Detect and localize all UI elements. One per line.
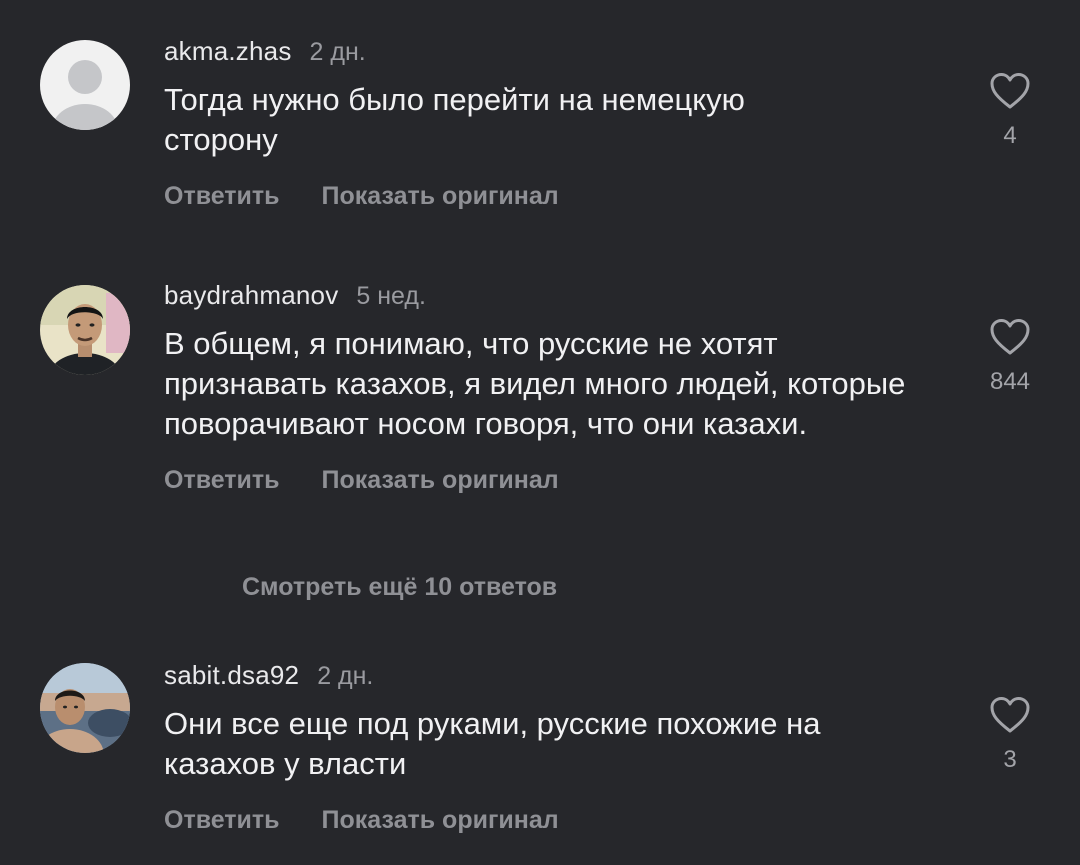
avatar[interactable] xyxy=(40,40,130,130)
comments-panel: akma.zhas 2 дн. Тогда нужно было перейти… xyxy=(0,0,1080,865)
heart-outline-icon[interactable] xyxy=(989,696,1031,734)
timestamp: 2 дн. xyxy=(309,38,366,66)
show-original-button[interactable]: Показать оригинал xyxy=(322,466,559,495)
like-count: 844 xyxy=(989,368,1031,395)
username[interactable]: akma.zhas xyxy=(164,36,292,67)
user-photo-avatar-icon xyxy=(40,663,130,753)
default-user-avatar-icon xyxy=(40,40,130,130)
comment-meta: sabit.dsa92 2 дн. xyxy=(164,660,944,696)
user-photo-avatar-icon xyxy=(40,285,130,375)
comment-actions: Ответить Показать оригинал xyxy=(164,466,944,495)
comment-body: sabit.dsa92 2 дн. Они все еще под руками… xyxy=(164,660,944,835)
show-original-button[interactable]: Показать оригинал xyxy=(322,182,559,211)
reply-button[interactable]: Ответить xyxy=(164,182,280,211)
heart-outline-icon[interactable] xyxy=(989,72,1031,110)
avatar[interactable] xyxy=(40,663,130,753)
timestamp: 2 дн. xyxy=(317,662,374,690)
comment-text: В общем, я понимаю, что русские не хотят… xyxy=(164,326,906,441)
username[interactable]: sabit.dsa92 xyxy=(164,660,299,691)
comment-body: akma.zhas 2 дн. Тогда нужно было перейти… xyxy=(164,36,944,211)
heart-outline-icon[interactable] xyxy=(989,318,1031,356)
reply-button[interactable]: Ответить xyxy=(164,806,280,835)
comment-meta: baydrahmanov 5 нед. xyxy=(164,280,944,316)
comment-text: Они все еще под руками, русские похожие … xyxy=(164,706,821,781)
show-original-button[interactable]: Показать оригинал xyxy=(322,806,559,835)
view-more-replies-button[interactable]: Смотреть ещё 10 ответов xyxy=(242,573,557,602)
comment-meta: akma.zhas 2 дн. xyxy=(164,36,944,72)
comment-body: baydrahmanov 5 нед. В общем, я понимаю, … xyxy=(164,280,944,495)
username[interactable]: baydrahmanov xyxy=(164,280,338,311)
timestamp: 5 нед. xyxy=(356,282,426,310)
like-control: 3 xyxy=(970,696,1050,774)
comment-actions: Ответить Показать оригинал xyxy=(164,182,944,211)
like-control: 844 xyxy=(970,318,1050,396)
like-control: 4 xyxy=(970,72,1050,150)
comment-text: Тогда нужно было перейти на немецкую сто… xyxy=(164,82,745,157)
like-count: 3 xyxy=(1003,746,1017,773)
avatar[interactable] xyxy=(40,285,130,375)
like-count: 4 xyxy=(1003,122,1017,149)
reply-button[interactable]: Ответить xyxy=(164,466,280,495)
comment-actions: Ответить Показать оригинал xyxy=(164,806,944,835)
